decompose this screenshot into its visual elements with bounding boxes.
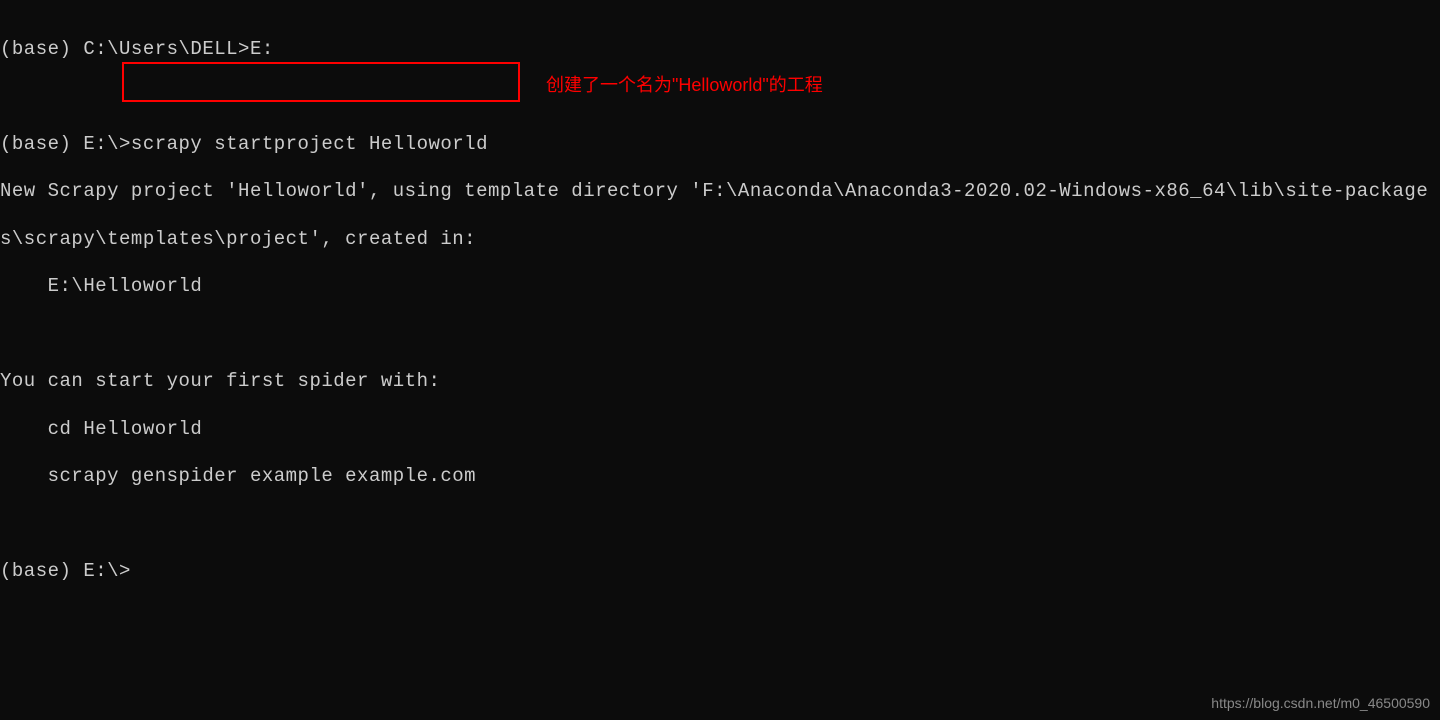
terminal-line: You can start your first spider with: xyxy=(0,370,1440,394)
terminal-line: cd Helloworld xyxy=(0,418,1440,442)
prompt-text: (base) E:\> xyxy=(0,133,131,155)
terminal-line: scrapy genspider example example.com xyxy=(0,465,1440,489)
annotation-text: 创建了一个名为"Helloworld"的工程 xyxy=(546,74,823,97)
terminal-line-prompt: (base) E:\> xyxy=(0,560,1440,584)
terminal-line: New Scrapy project 'Helloworld', using t… xyxy=(0,180,1440,204)
terminal-output[interactable]: (base) C:\Users\DELL>E: (base) E:\>scrap… xyxy=(0,14,1440,608)
terminal-line: s\scrapy\templates\project', created in: xyxy=(0,228,1440,252)
terminal-line: (base) C:\Users\DELL>E: xyxy=(0,38,1440,62)
command-text: scrapy startproject Helloworld xyxy=(131,133,488,155)
watermark-text: https://blog.csdn.net/m0_46500590 xyxy=(1211,695,1430,713)
terminal-line-command: (base) E:\>scrapy startproject Helloworl… xyxy=(0,133,1440,157)
terminal-line: E:\Helloworld xyxy=(0,275,1440,299)
terminal-line-empty xyxy=(0,323,1440,347)
terminal-line-empty xyxy=(0,513,1440,537)
